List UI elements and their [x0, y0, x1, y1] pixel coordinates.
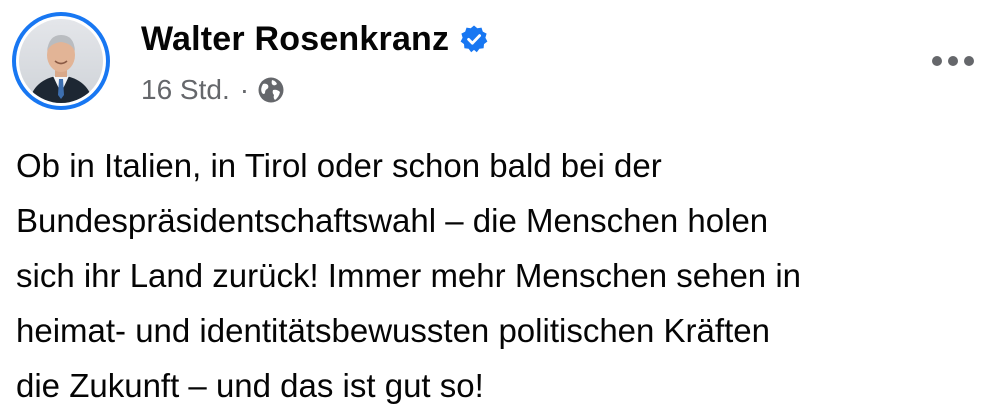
post-text-line: heimat- und identitätsbewussten politisc… [16, 312, 770, 349]
post-text-line: die Zukunft – und das ist gut so! [16, 367, 484, 404]
post-timestamp[interactable]: 16 Std. [141, 74, 230, 106]
author-name[interactable]: Walter Rosenkranz [141, 20, 449, 59]
post-text-line: Bundespräsidentschaftswahl – die Mensche… [16, 202, 769, 239]
globe-icon[interactable] [257, 76, 285, 104]
avatar[interactable] [19, 19, 103, 103]
post-text-line: sich ihr Land zurück! Immer mehr Mensche… [16, 257, 802, 294]
post-text-line: Ob in Italien, in Tirol oder schon bald … [16, 147, 662, 184]
facebook-post: Walter Rosenkranz 16 Std. · Ob in Italie… [0, 0, 987, 405]
more-options-button[interactable] [928, 46, 978, 76]
meta-separator: · [239, 74, 250, 105]
post-body: Ob in Italien, in Tirol oder schon bald … [16, 138, 976, 405]
author-row: Walter Rosenkranz [141, 14, 489, 64]
more-options-icon [932, 56, 974, 66]
verified-badge-icon [460, 25, 488, 53]
story-ring[interactable] [12, 12, 110, 110]
avatar-frame [16, 16, 106, 106]
post-meta: 16 Std. · [141, 72, 285, 108]
